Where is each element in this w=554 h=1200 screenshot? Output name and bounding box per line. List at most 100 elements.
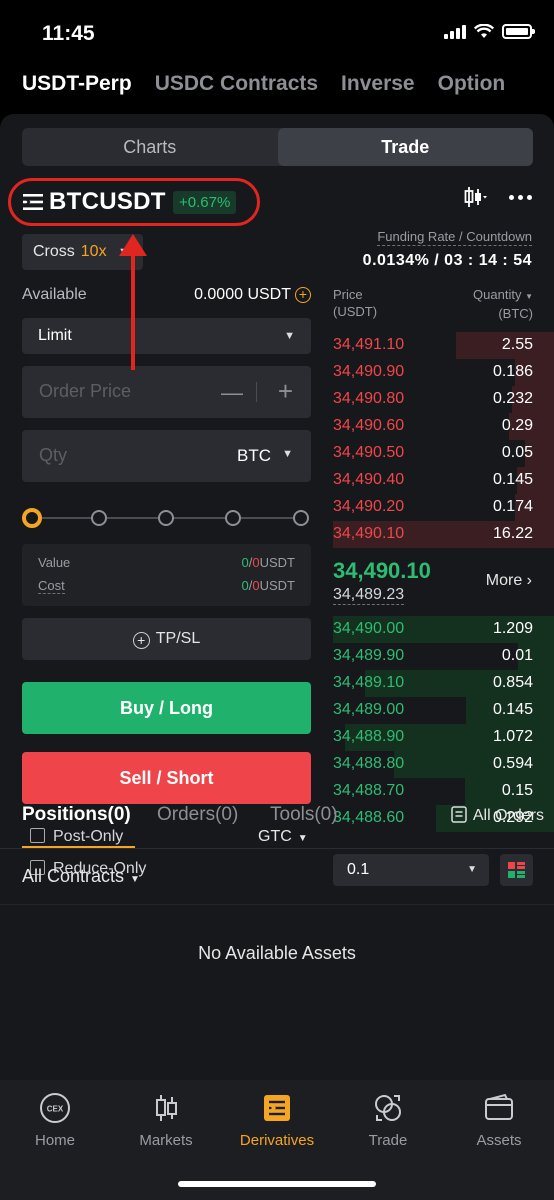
qty-input[interactable]: Qty BTC ▼ <box>22 430 311 482</box>
buy-long-button[interactable]: Buy / Long <box>22 682 311 734</box>
bid-row[interactable]: 34,488.90 1.072 <box>333 724 554 751</box>
price-increment-button[interactable]: + <box>278 376 293 407</box>
dropdown-caret-icon: ▼ <box>284 330 295 342</box>
candlestick-chart-icon[interactable] <box>463 186 487 208</box>
order-type-select[interactable]: Limit ▼ <box>22 318 311 354</box>
bid-row[interactable]: 34,490.00 1.209 <box>333 616 554 643</box>
symbol-selector[interactable]: BTCUSDT +0.67% <box>8 178 260 226</box>
leverage-value: 10x <box>80 243 107 260</box>
available-label: Available <box>22 286 87 303</box>
orderbook-header: Price (USDT) Quantity ▼ (BTC) <box>333 286 533 322</box>
tab-tools[interactable]: Tools(0) <box>270 804 338 826</box>
tp-sl-button[interactable]: + TP/SL <box>22 618 311 660</box>
ask-row[interactable]: 34,490.90 0.186 <box>333 359 554 386</box>
value-row: Value 0/0USDT <box>38 555 295 570</box>
nav-markets[interactable]: Markets <box>111 1092 221 1149</box>
bid-row[interactable]: 34,489.00 0.145 <box>333 697 554 724</box>
ask-qty: 0.145 <box>492 471 533 488</box>
dropdown-caret-icon: ▼ <box>130 874 140 885</box>
view-toggle: Charts Trade <box>22 128 533 166</box>
bid-qty: 0.01 <box>501 647 533 664</box>
slider-stop-75[interactable] <box>225 510 241 526</box>
mark-price: 34,489.23 <box>333 586 405 605</box>
stepper-divider <box>256 382 257 402</box>
qty-slider[interactable] <box>22 507 311 529</box>
bid-price: 34,490.00 <box>333 620 405 637</box>
symbol-menu-icon <box>23 194 43 210</box>
ask-row[interactable]: 34,490.80 0.232 <box>333 386 554 413</box>
bid-qty: 1.209 <box>492 620 533 637</box>
ask-price: 34,490.80 <box>333 390 405 407</box>
bid-price: 34,488.90 <box>333 728 405 745</box>
orderbook-layout-icon[interactable] <box>500 854 533 886</box>
qty-header: Quantity <box>473 287 522 302</box>
slider-handle[interactable] <box>22 508 42 528</box>
signal-icon <box>444 24 466 39</box>
margin-mode-selector[interactable]: Cross 10x ▼ <box>22 234 143 270</box>
dropdown-caret-icon: ▼ <box>118 246 129 258</box>
slider-stop-25[interactable] <box>91 510 107 526</box>
slider-stop-50[interactable] <box>158 510 174 526</box>
charts-tab[interactable]: Charts <box>22 128 278 166</box>
divider <box>0 904 554 905</box>
bid-qty: 0.594 <box>492 755 533 772</box>
nav-derivatives[interactable]: Derivatives <box>222 1092 332 1149</box>
ask-row[interactable]: 34,490.50 0.05 <box>333 440 554 467</box>
tab-positions[interactable]: Positions(0) <box>22 804 131 826</box>
bid-price: 34,489.00 <box>333 701 405 718</box>
nav-home[interactable]: CEX Home <box>0 1092 110 1149</box>
all-orders-label: All Orders <box>472 807 544 824</box>
funding-rate: Funding Rate / Countdown 0.0134% / 03 : … <box>363 228 532 270</box>
ask-qty: 0.232 <box>492 390 533 407</box>
chevron-right-icon: › <box>526 572 532 589</box>
ask-price: 34,490.90 <box>333 363 405 380</box>
tab-usdc-contracts[interactable]: USDC Contracts <box>155 72 318 96</box>
ask-row[interactable]: 34,491.10 2.55 <box>333 332 554 359</box>
bid-row[interactable]: 34,488.70 0.15 <box>333 778 554 805</box>
tab-option[interactable]: Option <box>438 72 506 96</box>
cex-logo-text: CEX <box>47 1105 64 1114</box>
tab-orders[interactable]: Orders(0) <box>157 804 238 826</box>
value-unit: USDT <box>259 555 295 570</box>
cex-logo-icon: CEX <box>39 1092 71 1124</box>
wifi-icon <box>474 24 494 38</box>
last-price: 34,490.10 <box>333 558 431 583</box>
add-funds-icon[interactable]: + <box>295 287 311 303</box>
tab-inverse[interactable]: Inverse <box>341 72 415 96</box>
bid-row[interactable]: 34,489.10 0.854 <box>333 670 554 697</box>
qty-unit-select[interactable]: BTC <box>237 446 271 466</box>
ask-row[interactable]: 34,490.20 0.174 <box>333 494 554 521</box>
all-orders-link[interactable]: All Orders <box>451 806 544 825</box>
depth-select[interactable]: 0.1 ▼ <box>333 854 489 886</box>
cost-row: Cost 0/0USDT <box>38 578 295 594</box>
nav-trade[interactable]: Trade <box>333 1092 443 1149</box>
ask-qty: 0.29 <box>501 417 533 434</box>
ask-row[interactable]: 34,490.40 0.145 <box>333 467 554 494</box>
more-link[interactable]: More › <box>486 572 532 590</box>
dropdown-caret-icon: ▼ <box>467 864 477 875</box>
ask-row[interactable]: 34,490.60 0.29 <box>333 413 554 440</box>
contracts-filter-label: All Contracts <box>22 866 125 886</box>
order-price-input[interactable]: Order Price — + <box>22 366 311 418</box>
ask-row[interactable]: 34,490.10 16.22 <box>333 521 554 548</box>
value-label: Value <box>38 555 71 570</box>
order-price-placeholder: Order Price <box>39 381 132 401</box>
ask-price: 34,490.40 <box>333 471 405 488</box>
order-type-value: Limit <box>38 327 72 344</box>
ask-price: 34,490.20 <box>333 498 405 515</box>
trade-tab[interactable]: Trade <box>277 128 533 166</box>
tab-usdt-perp[interactable]: USDT-Perp <box>22 72 132 96</box>
slider-stop-100[interactable] <box>293 510 309 526</box>
nav-derivatives-label: Derivatives <box>239 1132 315 1149</box>
price-decrement-button[interactable]: — <box>221 380 243 406</box>
nav-assets[interactable]: Assets <box>444 1092 554 1149</box>
qty-header-block[interactable]: Quantity ▼ (BTC) <box>473 286 533 322</box>
sell-short-button[interactable]: Sell / Short <box>22 752 311 804</box>
ask-price: 34,490.10 <box>333 525 405 542</box>
more-options-icon[interactable] <box>509 194 532 200</box>
bid-row[interactable]: 34,488.80 0.594 <box>333 751 554 778</box>
bid-row[interactable]: 34,489.90 0.01 <box>333 643 554 670</box>
ask-qty: 0.05 <box>501 444 533 461</box>
cost-label: Cost <box>38 578 65 594</box>
contracts-filter[interactable]: All Contracts ▼ <box>22 866 140 887</box>
